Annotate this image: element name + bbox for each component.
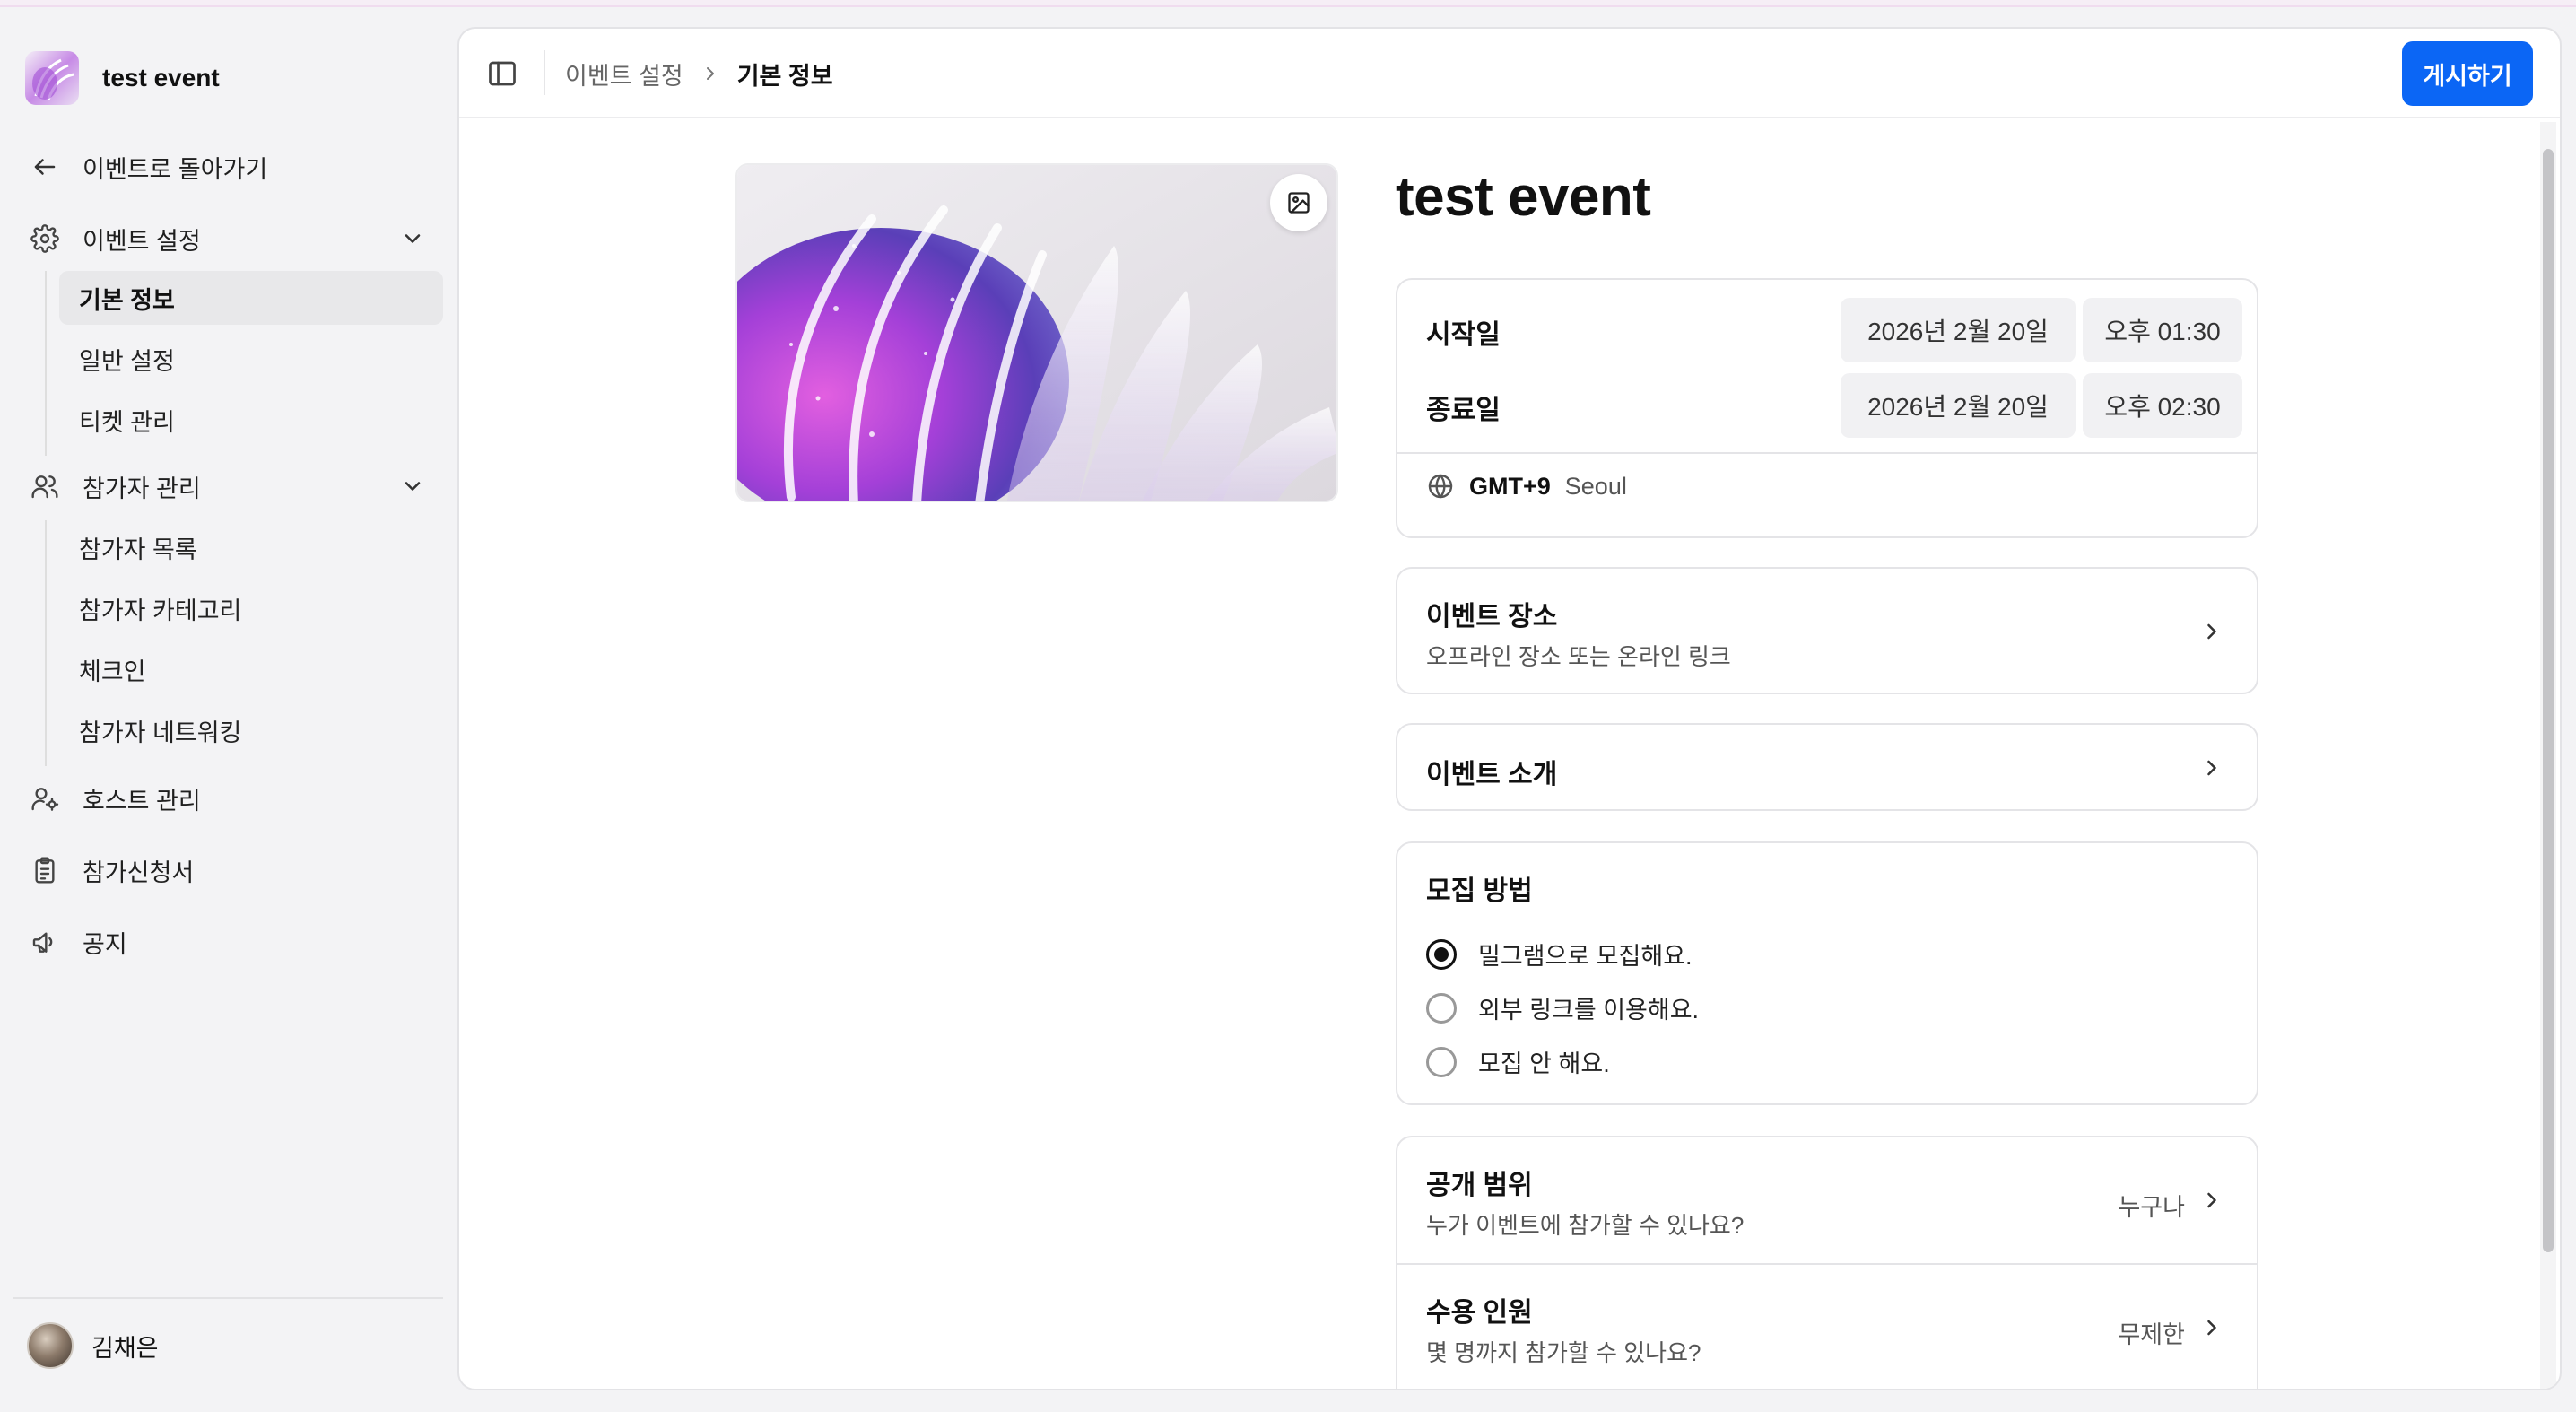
- sidebar-item-basic-info[interactable]: 기본 정보: [59, 271, 443, 325]
- end-date-field[interactable]: 2026년 2월 20일: [1841, 373, 2076, 438]
- cover-artwork: [737, 165, 1336, 501]
- main-panel: 이벤트 설정 기본 정보 게시하기 test event 시작일 2026년 2…: [457, 27, 2562, 1390]
- capacity-subtitle: 몇 명까지 참가할 수 있나요?: [1426, 1339, 1701, 1366]
- sidebar-item-networking[interactable]: 참가자 네트워킹: [59, 703, 443, 757]
- access-settings-card: 공개 범위 누가 이벤트에 참가할 수 있나요? 누구나 수용 인원 몇 명까지…: [1396, 1136, 2258, 1389]
- users-icon: [25, 466, 65, 506]
- top-bar: 이벤트 설정 기본 정보 게시하기: [459, 29, 2560, 118]
- user-cog-icon: [25, 779, 65, 818]
- start-label: 시작일: [1426, 320, 1501, 350]
- nav-group-event-settings[interactable]: 이벤트 설정: [25, 214, 434, 264]
- chevron-right-icon: [2207, 623, 2216, 640]
- sidebar-item-participant-list[interactable]: 참가자 목록: [59, 520, 443, 574]
- sidebar-divider: [13, 1297, 443, 1299]
- event-intro-card[interactable]: 이벤트 소개: [1396, 723, 2258, 811]
- event-brand[interactable]: test event: [25, 47, 220, 109]
- start-date-field[interactable]: 2026년 2월 20일: [1841, 298, 2076, 362]
- location-subtitle: 오프라인 장소 또는 온라인 링크: [1426, 643, 1731, 670]
- user-profile[interactable]: 김채은: [27, 1322, 159, 1369]
- chevron-right-icon: [2207, 1192, 2216, 1208]
- sidebar-item-participant-category[interactable]: 참가자 카테고리: [59, 581, 443, 635]
- event-thumbnail: [25, 51, 79, 105]
- megaphone-icon: [25, 922, 65, 962]
- timezone-offset: GMT+9: [1469, 472, 1551, 500]
- recruit-option[interactable]: 외부 링크를 이용해요.: [1426, 990, 1699, 1025]
- start-time-field[interactable]: 오후 01:30: [2083, 298, 2242, 362]
- end-time-field[interactable]: 오후 02:30: [2083, 373, 2242, 438]
- sidebar-item-ticket-management[interactable]: 티켓 관리: [59, 393, 443, 447]
- arrow-left-icon: [25, 147, 65, 187]
- recruit-method-card: 모집 방법 밀그램으로 모집해요. 외부 링크를 이용해요. 모집 안 해요.: [1396, 841, 2258, 1105]
- radio-unselected[interactable]: [1426, 1046, 1457, 1077]
- user-name: 김채은: [91, 1334, 159, 1362]
- capacity-value: 무제한: [2118, 1321, 2185, 1348]
- chevron-down-icon[interactable]: [400, 474, 425, 499]
- sidebar-item-notice[interactable]: 공지: [25, 917, 434, 967]
- submenu-guide-line: [45, 520, 47, 766]
- nav-group-event-settings-label: 이벤트 설정: [83, 227, 201, 255]
- avatar: [27, 1322, 74, 1369]
- sidebar-toggle-icon[interactable]: [486, 57, 518, 90]
- recruit-option-label: 밀그램으로 모집해요.: [1478, 943, 1693, 970]
- breadcrumb-parent[interactable]: 이벤트 설정: [565, 57, 683, 92]
- application-form-label: 참가신청서: [83, 859, 195, 886]
- intro-title: 이벤트 소개: [1426, 760, 1558, 789]
- back-to-event-label: 이벤트로 돌아가기: [83, 155, 268, 183]
- chevron-right-icon: [2207, 760, 2216, 776]
- sidebar-item-general-settings[interactable]: 일반 설정: [59, 332, 443, 386]
- globe-icon: [1428, 474, 1453, 499]
- datetime-card: 시작일 2026년 2월 20일 오후 01:30 종료일 2026년 2월 2…: [1396, 278, 2258, 538]
- sidebar-item-host-management[interactable]: 호스트 관리: [25, 773, 434, 824]
- toolbar-separator: [544, 50, 545, 95]
- clipboard-icon: [25, 850, 65, 890]
- event-location-card[interactable]: 이벤트 장소 오프라인 장소 또는 온라인 링크: [1396, 567, 2258, 694]
- timezone-selector[interactable]: GMT+9 Seoul: [1426, 472, 1627, 501]
- visibility-value: 누구나: [2118, 1194, 2185, 1221]
- scrollbar[interactable]: [2540, 122, 2556, 1389]
- recruit-option-label: 외부 링크를 이용해요.: [1478, 997, 1700, 1024]
- card-divider: [1397, 1263, 2257, 1265]
- recruit-option-label: 모집 안 해요.: [1478, 1050, 1610, 1077]
- window-top-edge: [0, 0, 2576, 7]
- sidebar-item-application-form[interactable]: 참가신청서: [25, 845, 434, 895]
- sidebar: test event 이벤트로 돌아가기 이벤트 설정 기본 정보 일반 설정 …: [0, 7, 457, 1412]
- nav-group-participants[interactable]: 참가자 관리: [25, 461, 434, 511]
- gear-icon: [25, 219, 65, 258]
- capacity-title: 수용 인원: [1426, 1298, 1533, 1328]
- chevron-right-icon: [2207, 1320, 2216, 1336]
- chevron-right-icon: [706, 67, 714, 80]
- event-cover-image: [735, 163, 1338, 502]
- recruit-title: 모집 방법: [1426, 876, 1533, 906]
- change-image-button[interactable]: [1270, 174, 1327, 231]
- event-name: test event: [102, 64, 220, 92]
- radio-unselected[interactable]: [1426, 992, 1457, 1024]
- publish-button[interactable]: 게시하기: [2402, 41, 2533, 106]
- breadcrumb: 이벤트 설정 기본 정보: [565, 29, 833, 118]
- card-divider: [1397, 452, 2257, 454]
- sidebar-item-checkin[interactable]: 체크인: [59, 642, 443, 696]
- nav-group-participants-label: 참가자 관리: [83, 475, 201, 502]
- image-icon: [1288, 192, 1310, 214]
- chevron-down-icon[interactable]: [400, 226, 425, 251]
- submenu-guide-line: [45, 271, 47, 456]
- visibility-title: 공개 범위: [1426, 1171, 1533, 1200]
- host-management-label: 호스트 관리: [83, 787, 201, 815]
- location-title: 이벤트 장소: [1426, 602, 1558, 632]
- notice-label: 공지: [83, 930, 127, 958]
- back-to-event-link[interactable]: 이벤트로 돌아가기: [25, 142, 434, 192]
- event-title[interactable]: test event: [1396, 165, 1651, 229]
- timezone-city: Seoul: [1564, 472, 1627, 500]
- visibility-subtitle: 누가 이벤트에 참가할 수 있나요?: [1426, 1212, 1745, 1239]
- recruit-option[interactable]: 밀그램으로 모집해요.: [1426, 937, 1693, 972]
- breadcrumb-current: 기본 정보: [736, 62, 833, 90]
- end-label: 종료일: [1426, 396, 1501, 425]
- radio-selected[interactable]: [1426, 938, 1457, 970]
- recruit-option[interactable]: 모집 안 해요.: [1426, 1044, 1610, 1079]
- scrollbar-thumb[interactable]: [2543, 149, 2554, 1252]
